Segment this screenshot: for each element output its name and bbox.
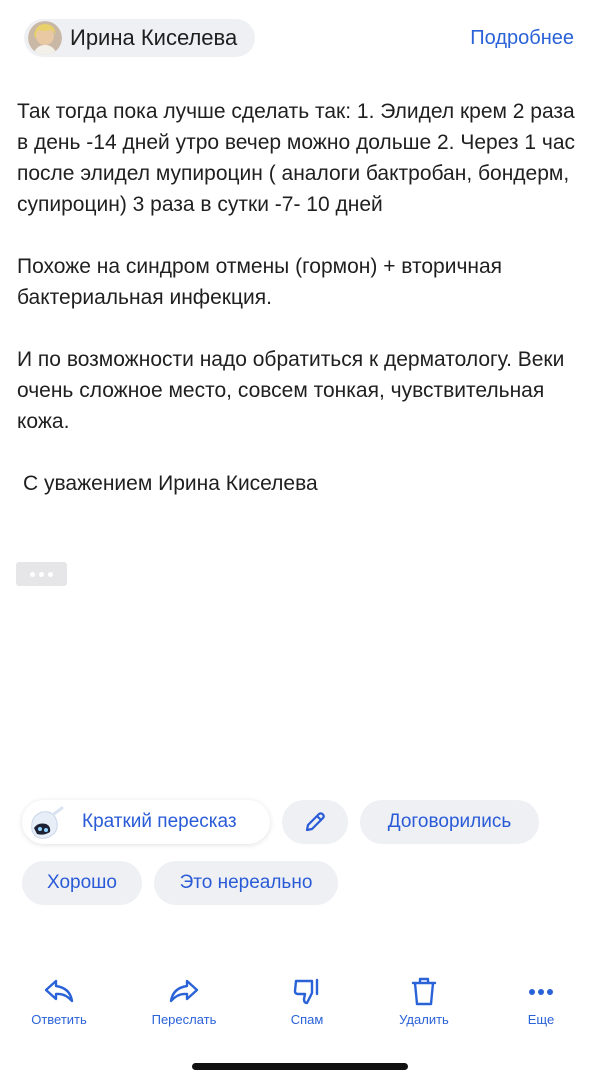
delete-label: Удалить	[399, 1012, 449, 1027]
trash-icon	[411, 977, 437, 1006]
avatar	[28, 21, 62, 55]
summary-chip-label: Краткий пересказ	[82, 811, 237, 832]
message-paragraph: И по возможности надо обратиться к дерма…	[17, 348, 565, 433]
edit-reply-chip[interactable]	[282, 800, 348, 844]
reply-icon	[44, 979, 74, 1003]
more-label: Еще	[527, 1012, 555, 1027]
message-paragraph: Так тогда пока лучше сделать так: 1. Эли…	[17, 100, 576, 216]
reply-chip-unreal[interactable]: Это нереально	[154, 861, 338, 905]
forward-button[interactable]: Переслать	[129, 968, 239, 1027]
message-paragraph: Похоже на синдром отмены (гормон) + втор…	[17, 255, 503, 309]
spam-label: Спам	[290, 1012, 324, 1027]
forward-icon	[169, 979, 199, 1003]
reply-button[interactable]: Ответить	[4, 968, 114, 1027]
thumbs-down-icon	[293, 978, 319, 1005]
show-trimmed-content-button[interactable]	[16, 562, 67, 586]
robot-icon	[31, 806, 64, 839]
reply-chip-agreed[interactable]: Договорились	[360, 800, 539, 844]
sender-chip[interactable]: Ирина Киселева	[24, 19, 256, 57]
spam-button[interactable]: Спам	[252, 968, 362, 1027]
details-link[interactable]: Подробнее	[470, 27, 574, 50]
bottom-toolbar: Ответить Переслать Спам Удалить Еще	[0, 968, 600, 1038]
forward-label: Переслать	[151, 1012, 217, 1027]
sender-name: Ирина Киселева	[70, 25, 238, 50]
pencil-icon	[305, 812, 325, 832]
more-dots-icon	[529, 989, 553, 995]
reply-label: Ответить	[31, 1012, 87, 1027]
more-button[interactable]: Еще	[486, 968, 596, 1027]
delete-button[interactable]: Удалить	[369, 968, 479, 1027]
summary-chip[interactable]: Краткий пересказ	[22, 800, 270, 844]
message-body: Так тогда пока лучше сделать так: 1. Эли…	[17, 96, 587, 499]
home-indicator	[192, 1063, 408, 1070]
reply-chip-good[interactable]: Хорошо	[22, 861, 142, 905]
message-signature: С уважением Ирина Киселева	[23, 472, 318, 495]
